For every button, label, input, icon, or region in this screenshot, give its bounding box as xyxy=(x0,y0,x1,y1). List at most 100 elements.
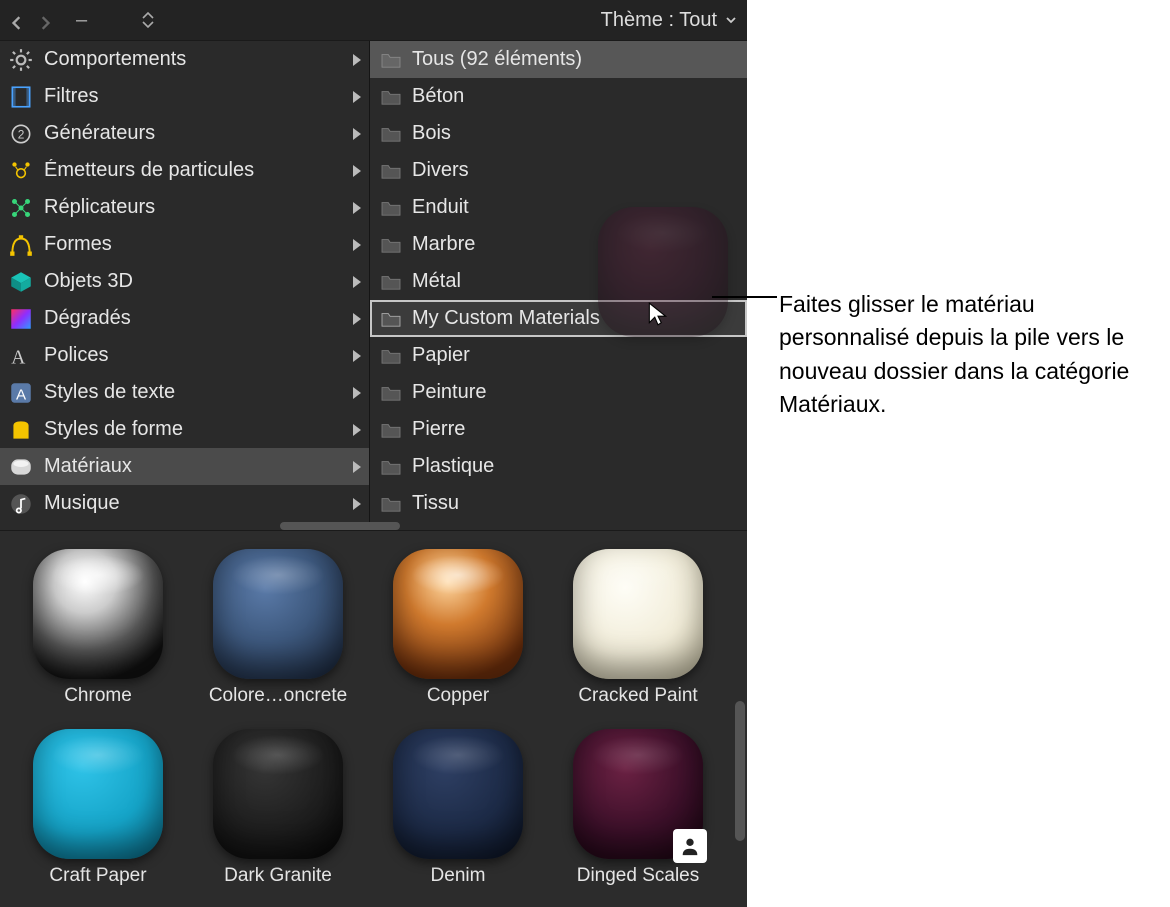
material-icon xyxy=(8,454,34,480)
chevron-right-icon xyxy=(353,276,361,288)
material-item-crackedpaint[interactable]: Cracked Paint xyxy=(558,549,718,707)
sidebar-item-generateurs[interactable]: 2 Générateurs xyxy=(0,115,369,152)
subcat-item-tissu[interactable]: Tissu xyxy=(370,485,747,522)
subcat-label: Bois xyxy=(412,122,451,145)
sidebar-item-label: Musique xyxy=(44,492,343,515)
subcat-item-bois[interactable]: Bois xyxy=(370,115,747,152)
chevron-right-icon xyxy=(353,313,361,325)
sidebar-item-materiaux[interactable]: Matériaux xyxy=(0,448,369,485)
chevron-right-icon xyxy=(353,461,361,473)
material-thumb xyxy=(33,549,163,679)
sidebar-item-stylesforme[interactable]: Styles de forme xyxy=(0,411,369,448)
chevron-right-icon xyxy=(353,239,361,251)
folder-icon xyxy=(380,384,402,402)
material-thumb xyxy=(393,729,523,859)
particle-emitter-icon xyxy=(8,158,34,184)
sidebar-item-degrades[interactable]: Dégradés xyxy=(0,300,369,337)
material-item-denim[interactable]: Denim xyxy=(378,729,538,887)
sidebar-item-label: Réplicateurs xyxy=(44,196,343,219)
browser-split: Comportements Filtres 2 Générateurs Émet… xyxy=(0,41,747,531)
subcat-item-all[interactable]: Tous (92 éléments) xyxy=(370,41,747,78)
material-item-chrome[interactable]: Chrome xyxy=(18,549,178,707)
svg-text:A: A xyxy=(11,347,25,368)
sidebar-item-polices[interactable]: A Polices xyxy=(0,337,369,374)
subcat-item-divers[interactable]: Divers xyxy=(370,152,747,189)
material-item-copper[interactable]: Copper xyxy=(378,549,538,707)
subcategory-list[interactable]: Tous (92 éléments) Béton Bois Divers End… xyxy=(370,41,747,530)
sidebar-item-stylestexte[interactable]: A Styles de texte xyxy=(0,374,369,411)
subcat-item-metal[interactable]: Métal xyxy=(370,263,747,300)
subcat-item-beton[interactable]: Béton xyxy=(370,78,747,115)
material-label: Chrome xyxy=(64,685,132,707)
sidebar-item-replicateurs[interactable]: Réplicateurs xyxy=(0,189,369,226)
subcat-item-papier[interactable]: Papier xyxy=(370,337,747,374)
svg-text:2: 2 xyxy=(18,127,25,141)
category-sidebar[interactable]: Comportements Filtres 2 Générateurs Émet… xyxy=(0,41,370,530)
subcat-item-peinture[interactable]: Peinture xyxy=(370,374,747,411)
generators-icon: 2 xyxy=(8,121,34,147)
sidebar-item-label: Émetteurs de particules xyxy=(44,159,343,182)
subcat-label: Tissu xyxy=(412,492,459,515)
material-label: Colore…oncrete xyxy=(209,685,347,707)
filmstrip-icon xyxy=(8,84,34,110)
sidebar-item-label: Filtres xyxy=(44,85,343,108)
subcat-label: My Custom Materials xyxy=(412,307,600,330)
subcat-item-plastique[interactable]: Plastique xyxy=(370,448,747,485)
horizontal-scrollbar[interactable] xyxy=(280,522,400,530)
chevron-right-icon xyxy=(353,128,361,140)
folder-icon xyxy=(380,495,402,513)
material-grid[interactable]: Chrome Colore…oncrete Copper Cracked Pai… xyxy=(0,531,747,907)
nav-forward-button[interactable] xyxy=(38,13,52,27)
folder-icon xyxy=(380,421,402,439)
subcat-label: Tous (92 éléments) xyxy=(412,48,582,71)
gear-icon xyxy=(8,47,34,73)
annotation-callout: Faites glisser le matériau personnalisé … xyxy=(712,288,1159,421)
material-thumb xyxy=(573,549,703,679)
sidebar-item-formes[interactable]: Formes xyxy=(0,226,369,263)
folder-icon xyxy=(380,199,402,217)
sidebar-item-label: Objets 3D xyxy=(44,270,343,293)
subcat-label: Plastique xyxy=(412,455,494,478)
photos-icon xyxy=(8,528,34,531)
sidebar-item-emetteurs[interactable]: Émetteurs de particules xyxy=(0,152,369,189)
chevron-right-icon xyxy=(353,165,361,177)
chevron-right-icon xyxy=(353,202,361,214)
folder-icon xyxy=(380,88,402,106)
sidebar-item-comportements[interactable]: Comportements xyxy=(0,41,369,78)
subcat-label: Divers xyxy=(412,159,469,182)
callout-line xyxy=(712,296,777,298)
material-item-concrete[interactable]: Colore…oncrete xyxy=(198,549,358,707)
shape-icon xyxy=(8,232,34,258)
theme-dropdown[interactable]: Thème : Tout xyxy=(601,9,737,32)
material-item-darkgranite[interactable]: Dark Granite xyxy=(198,729,358,887)
user-badge-icon xyxy=(673,829,707,863)
replicator-icon xyxy=(8,195,34,221)
folder-icon xyxy=(380,310,402,328)
subcat-label: Métal xyxy=(412,270,461,293)
subcat-item-pierre[interactable]: Pierre xyxy=(370,411,747,448)
material-label: Cracked Paint xyxy=(578,685,697,707)
sidebar-item-label: Matériaux xyxy=(44,455,343,478)
chevron-down-icon xyxy=(725,14,737,26)
history-toggle[interactable] xyxy=(141,10,155,30)
material-thumb xyxy=(213,549,343,679)
chevron-right-icon xyxy=(353,350,361,362)
subcat-item-marbre[interactable]: Marbre xyxy=(370,226,747,263)
sidebar-item-label: Générateurs xyxy=(44,122,343,145)
material-thumb xyxy=(33,729,163,859)
sidebar-item-musique[interactable]: Musique xyxy=(0,485,369,522)
folder-icon xyxy=(380,162,402,180)
vertical-scrollbar[interactable] xyxy=(735,701,745,841)
text-style-icon: A xyxy=(8,380,34,406)
material-item-dingedscales[interactable]: Dinged Scales xyxy=(558,729,718,887)
nav-back-button[interactable] xyxy=(10,13,24,27)
sidebar-item-filtres[interactable]: Filtres xyxy=(0,78,369,115)
chevron-right-icon xyxy=(353,91,361,103)
subcat-item-custom[interactable]: My Custom Materials xyxy=(370,300,747,337)
sidebar-item-objets3d[interactable]: Objets 3D xyxy=(0,263,369,300)
subcat-item-enduit[interactable]: Enduit xyxy=(370,189,747,226)
material-thumb xyxy=(573,729,703,859)
folder-icon xyxy=(380,236,402,254)
material-item-craftpaper[interactable]: Craft Paper xyxy=(18,729,178,887)
topbar: – Thème : Tout xyxy=(0,0,747,41)
